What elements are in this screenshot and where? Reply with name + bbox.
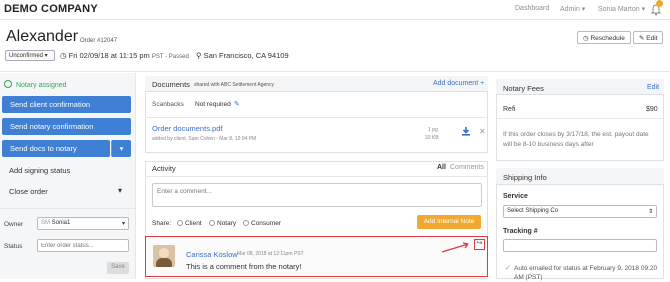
documents-title: Documents <box>152 80 190 89</box>
datetime-text: Fri 02/09/18 at 11:15 pm <box>68 51 150 60</box>
save-status-button[interactable]: Save <box>107 262 129 274</box>
reschedule-icon: ◷ <box>583 35 589 42</box>
scanbacks-label: Scanbacks <box>152 101 184 108</box>
add-signing-status-link[interactable]: Add signing status <box>9 166 70 175</box>
nav-user-menu[interactable]: Sonia Marton ▾ <box>598 5 645 13</box>
shipping-service-select[interactable]: Select Shipping Co ⇕ <box>503 205 657 218</box>
company-logo[interactable]: DEMO COMPANY <box>4 3 98 15</box>
pencil-icon: ✎ <box>639 35 645 42</box>
sidebar-divider <box>0 208 136 209</box>
activity-title: Activity <box>152 164 176 173</box>
document-file-link[interactable]: Order documents.pdf <box>152 124 222 133</box>
send-client-confirmation-button[interactable]: Send client confirmation <box>2 96 131 113</box>
comment-author[interactable]: Carissa Koslow <box>186 250 238 259</box>
tab-all[interactable]: All <box>437 164 446 171</box>
remove-document-icon[interactable]: ✕ <box>479 127 486 136</box>
documents-divider <box>145 117 488 118</box>
tracking-label: Tracking # <box>503 228 538 235</box>
location-text: San Francisco, CA 94109 <box>203 51 289 60</box>
pointer-arrow-icon <box>441 242 469 253</box>
fee-amount: $90 <box>646 106 658 113</box>
reschedule-label: Reschedule <box>590 35 625 42</box>
share-notary-label: Notary <box>217 220 237 227</box>
caret-down-icon: ▾ <box>119 144 124 153</box>
document-meta: added by client, Sam Cohen - Mar 8, 12:0… <box>152 136 257 142</box>
comment-input[interactable] <box>152 183 482 207</box>
shipping-service-value: Select Shipping Co <box>507 208 559 214</box>
share-client-checkbox[interactable]: Client <box>177 220 202 227</box>
fees-divider <box>496 118 664 119</box>
document-size: 33 KB <box>425 135 439 141</box>
tab-comments[interactable]: Comments <box>450 164 484 171</box>
activity-divider <box>145 176 488 177</box>
notary-assigned-label: Notary assigned <box>15 82 67 89</box>
edit-fees-link[interactable]: Edit <box>647 84 659 91</box>
tracking-number-input[interactable] <box>503 239 657 252</box>
share-consumer-checkbox[interactable]: Consumer <box>243 220 281 227</box>
page-title: Alexander <box>6 28 79 45</box>
comment-text: This is a comment from the notary! <box>186 262 302 271</box>
scanbacks-value: Not required <box>195 101 231 108</box>
clock-icon: ◷ <box>60 51 67 60</box>
appointment-datetime: ◷ Fri 02/09/18 at 11:15 pm PST - Passed <box>60 51 189 60</box>
close-order-caret-icon[interactable]: ▾ <box>118 186 122 195</box>
fee-item: Refi <box>503 106 516 113</box>
share-comment-icon[interactable]: ↪ <box>474 239 485 250</box>
add-internal-note-button[interactable]: Add Internal Note <box>417 215 481 229</box>
service-label: Service <box>503 193 528 200</box>
reschedule-button[interactable]: ◷ Reschedule <box>577 31 631 44</box>
radio-icon <box>177 220 183 226</box>
edit-scanbacks-icon[interactable]: ✎ <box>234 100 240 108</box>
nav-dashboard[interactable]: Dashboard <box>515 5 549 12</box>
auto-email-note: Auto emailed for status at February 9, 2… <box>514 264 664 282</box>
share-client-label: Client <box>185 220 202 227</box>
download-icon[interactable] <box>461 126 471 136</box>
owner-caret-icon: ▾ <box>121 221 125 227</box>
documents-shared-note: shared with ABC Settlement Agency <box>194 82 275 88</box>
datetime-suffix: PST - Passed <box>151 54 189 60</box>
share-consumer-label: Consumer <box>251 220 281 227</box>
order-header <box>0 20 670 72</box>
send-docs-dropdown-toggle[interactable]: ▾ <box>111 140 131 157</box>
order-status-value: Unconfirmed <box>9 53 44 59</box>
owner-avatar: SM <box>41 220 50 226</box>
share-label: Share: <box>152 220 172 227</box>
select-caret-icon: ⇕ <box>647 209 653 215</box>
owner-value: Sonia1 <box>51 220 71 226</box>
auto-email-text: Auto emailed for status at February 9, 2… <box>514 265 640 272</box>
send-docs-to-notary-button[interactable]: Send docs to notary <box>2 140 110 157</box>
status-label: Status <box>4 243 23 250</box>
order-status-input[interactable] <box>37 239 129 252</box>
auto-email-check-icon: ✓ <box>505 265 511 272</box>
order-status-select[interactable]: Unconfirmed ▾ <box>5 50 55 61</box>
edit-button[interactable]: ✎ Edit <box>633 31 664 44</box>
payout-note: If this order closes by 3/17/18, the est… <box>503 131 649 148</box>
share-notary-checkbox[interactable]: Notary <box>209 220 236 227</box>
map-pin-icon: ⚲ <box>196 51 202 60</box>
edit-label: Edit <box>646 35 658 42</box>
notary-assigned-status: Notary assigned <box>4 80 67 89</box>
order-number: Order #12047 <box>80 38 118 44</box>
radio-icon <box>243 220 249 226</box>
document-pages: 1 pg <box>428 127 438 133</box>
nav-admin[interactable]: Admin ▾ <box>560 5 585 13</box>
avatar <box>153 245 175 267</box>
shipping-info-title: Shipping Info <box>503 173 547 182</box>
close-order-dropdown[interactable]: Close order <box>9 187 48 196</box>
owner-select[interactable]: SM Sonia1 ▾ <box>37 217 129 230</box>
radio-icon <box>209 220 215 226</box>
send-notary-confirmation-button[interactable]: Send notary confirmation <box>2 118 131 135</box>
owner-label: Owner <box>4 221 24 228</box>
add-document-link[interactable]: Add document + <box>433 80 484 87</box>
comment-timestamp: Mar 08, 2018 at 12:11pm PST <box>237 251 304 257</box>
notification-badge <box>656 0 663 7</box>
notary-fees-title: Notary Fees <box>503 84 544 93</box>
check-circle-icon <box>4 80 12 88</box>
appointment-location: ⚲ San Francisco, CA 94109 <box>196 51 289 60</box>
